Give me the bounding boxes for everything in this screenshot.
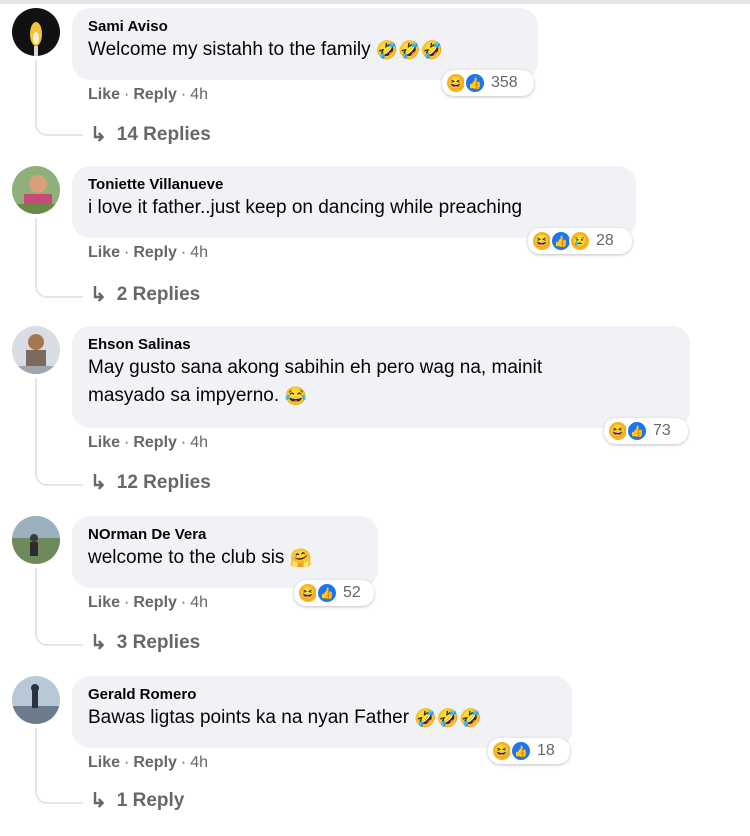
- avatar[interactable]: [12, 166, 60, 214]
- reaction-count: 28: [596, 232, 614, 249]
- comment-emojis: 😂: [284, 386, 307, 406]
- reactions-badge[interactable]: 😆 👍 73: [604, 418, 688, 444]
- reply-button[interactable]: Reply: [133, 244, 177, 262]
- comment-body: Bawas ligtas points ka na nyan Father: [88, 707, 410, 729]
- sad-reaction-icon: 😢: [569, 230, 591, 252]
- timestamp[interactable]: 4h: [190, 244, 208, 262]
- thread-connector: [35, 108, 83, 136]
- like-button[interactable]: Like: [88, 86, 120, 104]
- timestamp[interactable]: 4h: [190, 594, 208, 612]
- reactions-badge[interactable]: 😆 👍 358: [442, 70, 534, 96]
- replies-count-label: 2 Replies: [116, 283, 201, 305]
- comment-text: Bawas ligtas points ka na nyan Father 🤣🤣…: [88, 704, 556, 732]
- reply-arrow-icon: ↳: [90, 472, 107, 494]
- replies-count-label: 12 Replies: [116, 471, 211, 493]
- reaction-count: 358: [491, 74, 518, 91]
- like-reaction-icon: 👍: [316, 582, 338, 604]
- replies-count-label: 1 Reply: [116, 789, 185, 811]
- reply-button[interactable]: Reply: [133, 86, 177, 104]
- comment-text: Welcome my sistahh to the family 🤣🤣🤣: [88, 36, 522, 64]
- comment-actions: Like · Reply · 4h: [88, 86, 208, 104]
- comment-item: Gerald Romero Bawas ligtas points ka na …: [0, 676, 750, 836]
- comment-item: Sami Aviso Welcome my sistahh to the fam…: [0, 8, 750, 168]
- reply-arrow-icon: ↳: [90, 632, 107, 654]
- reactions-badge[interactable]: 😆 👍 😢 28: [528, 228, 632, 254]
- thread-line: [35, 378, 37, 468]
- like-reaction-icon: 👍: [510, 740, 532, 762]
- comment-author[interactable]: Ehson Salinas: [88, 336, 674, 354]
- replies-count-label: 3 Replies: [116, 631, 201, 653]
- reaction-count: 18: [537, 742, 555, 759]
- thread-connector: [35, 776, 83, 804]
- separator-dot: ·: [124, 244, 130, 261]
- top-divider: [0, 0, 750, 4]
- like-reaction-icon: 👍: [464, 72, 486, 94]
- separator-dot: ·: [180, 86, 187, 103]
- view-replies-link[interactable]: ↳ 12 Replies: [90, 470, 211, 495]
- avatar[interactable]: [12, 676, 60, 724]
- reaction-count: 73: [653, 422, 671, 439]
- comment-actions: Like · Reply · 4h: [88, 754, 208, 772]
- thread-connector: [35, 618, 83, 646]
- like-reaction-icon: 👍: [626, 420, 648, 442]
- comment-bubble: NOrman De Vera welcome to the club sis 🤗: [72, 516, 378, 588]
- reaction-count: 52: [343, 584, 361, 601]
- comment-author[interactable]: Toniette Villanueve: [88, 176, 620, 194]
- comment-body: i love it father..just keep on dancing w…: [88, 197, 523, 218]
- comment-body: Welcome my sistahh to the family: [88, 39, 371, 61]
- comment-text: May gusto sana akong sabihin eh pero wag…: [88, 354, 674, 410]
- comment-text: welcome to the club sis 🤗: [88, 544, 362, 572]
- view-replies-link[interactable]: ↳ 3 Replies: [90, 630, 200, 655]
- comment-bubble: Ehson Salinas May gusto sana akong sabih…: [72, 326, 690, 428]
- comment-actions: Like · Reply · 4h: [88, 594, 208, 612]
- avatar[interactable]: [12, 8, 60, 56]
- comment-author[interactable]: Sami Aviso: [88, 18, 522, 36]
- replies-count-label: 14 Replies: [116, 123, 211, 145]
- comment-emojis: 🤗: [289, 548, 313, 568]
- view-replies-link[interactable]: ↳ 2 Replies: [90, 282, 200, 307]
- timestamp[interactable]: 4h: [190, 754, 208, 772]
- comment-item: Ehson Salinas May gusto sana akong sabih…: [0, 326, 750, 494]
- comment-item: NOrman De Vera welcome to the club sis 🤗…: [0, 516, 750, 676]
- separator-dot: ·: [180, 434, 187, 451]
- avatar[interactable]: [12, 326, 60, 374]
- thread-connector: [35, 270, 83, 298]
- comment-actions: Like · Reply · 4h: [88, 434, 208, 452]
- reply-button[interactable]: Reply: [133, 754, 177, 772]
- reply-button[interactable]: Reply: [133, 594, 177, 612]
- like-button[interactable]: Like: [88, 434, 120, 452]
- separator-dot: ·: [180, 754, 187, 771]
- avatar[interactable]: [12, 516, 60, 564]
- separator-dot: ·: [124, 86, 130, 103]
- like-button[interactable]: Like: [88, 594, 120, 612]
- view-replies-link[interactable]: ↳ 14 Replies: [90, 122, 211, 147]
- like-button[interactable]: Like: [88, 754, 120, 772]
- thread-connector: [35, 458, 83, 486]
- reply-arrow-icon: ↳: [90, 284, 107, 306]
- reply-arrow-icon: ↳: [90, 124, 107, 146]
- reactions-badge[interactable]: 😆 👍 52: [294, 580, 374, 606]
- timestamp[interactable]: 4h: [190, 434, 208, 452]
- separator-dot: ·: [180, 244, 187, 261]
- separator-dot: ·: [124, 594, 130, 611]
- comment-author[interactable]: Gerald Romero: [88, 686, 556, 704]
- comment-item: Toniette Villanueve i love it father..ju…: [0, 166, 750, 326]
- reply-button[interactable]: Reply: [133, 434, 177, 452]
- reply-arrow-icon: ↳: [90, 790, 107, 812]
- like-button[interactable]: Like: [88, 244, 120, 262]
- comment-emojis: 🤣🤣🤣: [375, 40, 444, 60]
- comment-body: May gusto sana akong sabihin eh pero wag…: [88, 357, 543, 407]
- reactions-badge[interactable]: 😆 👍 18: [488, 738, 570, 764]
- comment-emojis: 🤣🤣🤣: [414, 708, 482, 728]
- separator-dot: ·: [180, 594, 187, 611]
- view-replies-link[interactable]: ↳ 1 Reply: [90, 788, 184, 813]
- comment-body: welcome to the club sis: [88, 547, 285, 569]
- separator-dot: ·: [124, 434, 130, 451]
- comment-actions: Like · Reply · 4h: [88, 244, 208, 262]
- comment-text: i love it father..just keep on dancing w…: [88, 194, 620, 222]
- comment-author[interactable]: NOrman De Vera: [88, 526, 362, 544]
- separator-dot: ·: [124, 754, 130, 771]
- timestamp[interactable]: 4h: [190, 86, 208, 104]
